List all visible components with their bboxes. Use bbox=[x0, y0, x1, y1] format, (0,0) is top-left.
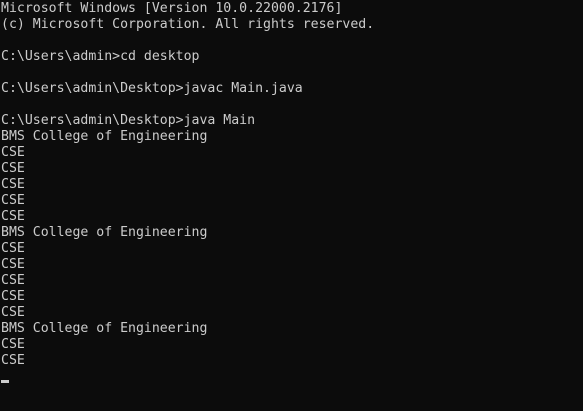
terminal-line-version: Microsoft Windows [Version 10.0.22000.21… bbox=[1, 1, 343, 16]
terminal-output-line: CSE bbox=[1, 209, 25, 224]
terminal-output-line: BMS College of Engineering bbox=[1, 225, 208, 240]
terminal-output-line: CSE bbox=[1, 337, 25, 352]
terminal-window[interactable]: Microsoft Windows [Version 10.0.22000.21… bbox=[0, 0, 583, 411]
terminal-line-java-command: C:\Users\admin\Desktop>java Main bbox=[1, 113, 256, 128]
terminal-output-line: CSE bbox=[1, 353, 25, 368]
terminal-output-line: CSE bbox=[1, 305, 25, 320]
terminal-output-line: BMS College of Engineering bbox=[1, 129, 208, 144]
terminal-line-cd-command: C:\Users\admin>cd desktop bbox=[1, 49, 200, 64]
terminal-output-line: BMS College of Engineering bbox=[1, 321, 208, 336]
terminal-output-line: CSE bbox=[1, 177, 25, 192]
terminal-line-copyright: (c) Microsoft Corporation. All rights re… bbox=[1, 17, 375, 32]
terminal-output-line: CSE bbox=[1, 193, 25, 208]
terminal-output-line: CSE bbox=[1, 273, 25, 288]
text-cursor bbox=[1, 380, 9, 383]
terminal-output-line: CSE bbox=[1, 161, 25, 176]
terminal-output-line: CSE bbox=[1, 145, 25, 160]
terminal-output-line: CSE bbox=[1, 241, 25, 256]
terminal-output-line: CSE bbox=[1, 257, 25, 272]
terminal-line-javac-command: C:\Users\admin\Desktop>javac Main.java bbox=[1, 81, 303, 96]
terminal-output-line: CSE bbox=[1, 289, 25, 304]
